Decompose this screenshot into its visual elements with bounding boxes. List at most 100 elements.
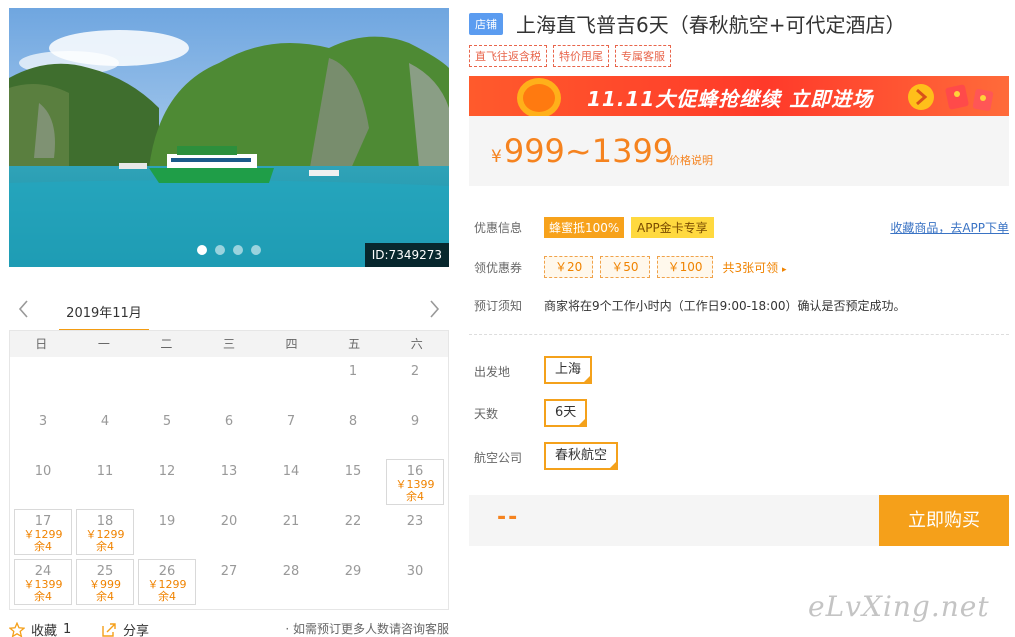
weekday-label: 日 [35,337,48,351]
chevron-left-icon[interactable] [15,298,33,320]
calendar-day [260,357,322,407]
calendar-day: 15 [322,457,384,507]
day-number: 26 [158,564,176,579]
share-label: 分享 [123,624,150,637]
day-stock: 余4 [96,540,114,553]
calendar-day: 14 [260,457,322,507]
weekday-label: 一 [97,337,110,351]
day-stock: 余4 [34,590,52,603]
calendar-day: 29 [322,557,384,607]
day-number: 13 [220,464,238,479]
banner-text: 11.11大促蜂抢继续 立即进场 [587,87,874,111]
promo-banner[interactable]: 11.11大促蜂抢继续 立即进场 [469,76,1009,116]
day-number: 16 [406,464,424,479]
calendar-day: 12 [136,457,198,507]
weekday-label: 五 [348,337,361,351]
calendar-day-available[interactable]: 24 ￥1399 余4 [14,559,72,605]
coupon-20[interactable]: ￥20 [544,256,594,278]
days-option[interactable]: 6天 [544,399,588,427]
slide-dot[interactable] [233,245,243,255]
calendar-day: 27 [198,557,260,607]
photo-id-label: ID:7349273 [364,243,449,267]
currency-symbol: ¥ [491,147,502,167]
coupon-list: ￥20 ￥50 ￥100 共3张可领 ▸ [544,256,786,278]
share-icon [102,622,116,637]
share-button[interactable]: 分享 [101,620,149,637]
price-box: ¥999~1399 价格说明 [469,116,1009,186]
day-number: 14 [282,464,300,479]
price-value: 999~1399 [503,132,674,170]
favorite-button[interactable]: 收藏 1 [9,620,71,637]
coupon-label: 领优惠券 [474,261,523,275]
weekday-label: 四 [285,337,298,351]
day-number: 17 [34,514,52,529]
day-number: 29 [344,564,362,579]
product-tag: 特价甩尾 [553,45,609,67]
calendar-days: 1 2 3 4 5 6 7 8 9 10 11 12 13 14 15 16 ￥1399 余4 17 ￥1299 余4 1… [10,357,448,607]
calendar-day: 5 [136,407,198,457]
favorite-label: 收藏 [31,624,58,637]
departure-label: 出发地 [474,365,511,379]
calendar-day [136,357,198,407]
calendar-day: 13 [198,457,260,507]
day-number: 20 [220,514,238,529]
day-number: 28 [282,564,300,579]
calendar-month-tab[interactable]: 2019年11月 [59,302,149,331]
coupon-50[interactable]: ￥50 [600,256,650,278]
app-card-badge: APP金卡专享 [631,217,714,238]
slide-dot[interactable] [251,245,261,255]
coupon-more-link[interactable]: 共3张可领 ▸ [722,259,786,276]
calendar-day: 19 [136,507,198,557]
weekday-label: 二 [160,337,173,351]
day-number: 27 [220,564,238,579]
day-number: 3 [38,414,48,429]
calendar-day: 21 [260,507,322,557]
day-number: 18 [96,514,114,529]
departure-option[interactable]: 上海 [544,356,593,384]
calendar-day: 1 [322,357,384,407]
slide-dot[interactable] [197,245,207,255]
total-price: -- [497,505,520,530]
day-number: 22 [344,514,362,529]
site-watermark: eLvXing.net [808,590,990,623]
weekday-label: 三 [222,337,235,351]
coupon-100[interactable]: ￥100 [656,256,714,278]
airline-option[interactable]: 春秋航空 [544,442,619,470]
product-tags: 直飞往返含税 特价甩尾 专属客服 [469,45,671,67]
calendar-day: 3 [12,407,74,457]
calendar-day-available[interactable]: 25 ￥999 余4 [76,559,134,605]
star-icon [9,621,25,637]
buy-now-button[interactable]: 立即购买 [879,495,1009,546]
calendar-day-available[interactable]: 16 ￥1399 余4 [386,459,444,505]
photo-footer: 收藏 1 分享 · 如需预订更多人数请咨询客服 [9,620,449,637]
favorite-count: 1 [63,622,72,637]
day-number: 25 [96,564,114,579]
day-number: 1 [348,364,358,379]
day-number: 5 [162,414,172,429]
coupon-more-text: 共3张可领 [722,260,779,275]
slide-dot[interactable] [215,245,225,255]
airline-label: 航空公司 [474,451,523,465]
day-number: 10 [34,464,52,479]
slide-indicators[interactable] [197,245,261,255]
product-tag: 直飞往返含税 [469,45,547,67]
weekday-label: 六 [410,337,423,351]
calendar-day: 28 [260,557,322,607]
calendar-day-available[interactable]: 18 ￥1299 余4 [76,509,134,555]
promo-label: 优惠信息 [474,221,523,235]
section-divider [469,334,1009,335]
calendar-nav: 2019年11月 [9,294,449,331]
calendar-day-available[interactable]: 17 ￥1299 余4 [14,509,72,555]
calendar: 日 一 二 三 四 五 六 1 2 3 4 5 6 7 8 9 10 11 12 13 14 15 16 ￥13… [9,330,449,610]
booking-label: 预订须知 [474,299,523,313]
calendar-day: 30 [384,557,446,607]
chevron-right-icon[interactable] [425,298,443,320]
price-note-link[interactable]: 价格说明 [669,152,713,168]
day-number: 7 [286,414,296,429]
product-photo[interactable]: ID:7349273 [9,8,449,267]
price-range: ¥999~1399 [491,132,673,170]
calendar-day-available[interactable]: 26 ￥1299 余4 [138,559,196,605]
day-number: 23 [406,514,424,529]
product-tag: 专属客服 [615,45,671,67]
favorite-app-link[interactable]: 收藏商品，去APP下单 [890,219,1009,236]
